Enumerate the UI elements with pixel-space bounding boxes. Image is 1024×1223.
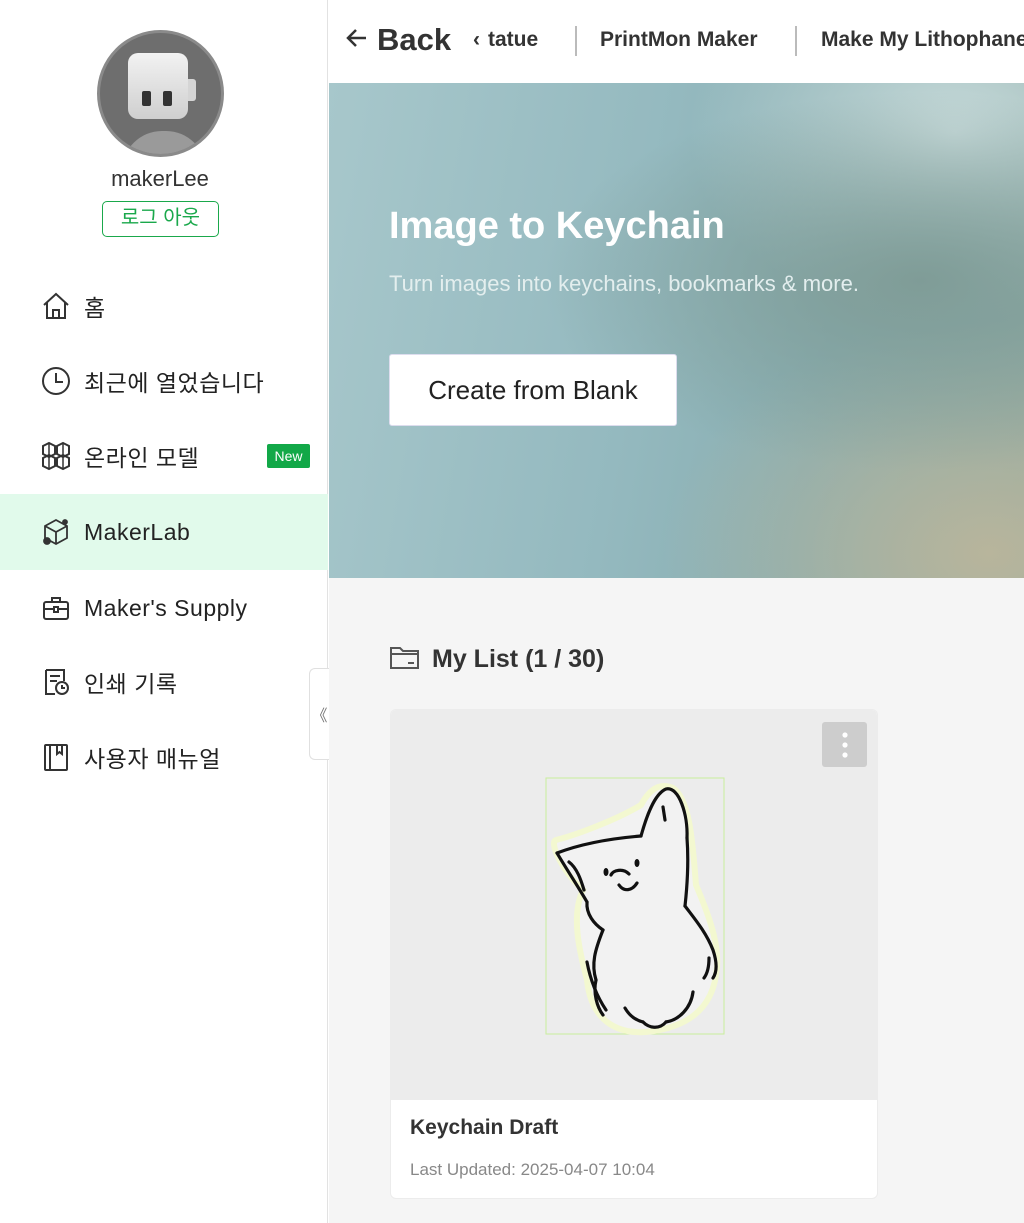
my-list-section: My List (1 / 30) Keychain Draft Last Upd… bbox=[329, 578, 1024, 1223]
avatar-eye-left bbox=[142, 91, 151, 106]
card-thumbnail bbox=[391, 710, 877, 1100]
sidebar-item-user-manual[interactable]: 사용자 매뉴얼 bbox=[0, 720, 328, 794]
cat-sketch-image bbox=[545, 777, 725, 1036]
tab-tatue[interactable]: ‹ tatue bbox=[473, 28, 538, 52]
sidebar: makerLee 로그 아웃 홈 최근에 열었습니다 온라인 모델 New Ma… bbox=[0, 0, 329, 1223]
sidebar-item-label: Maker's Supply bbox=[84, 594, 248, 621]
makerlab-icon bbox=[40, 516, 72, 548]
username: makerLee bbox=[111, 166, 209, 191]
tab-label: tatue bbox=[488, 28, 539, 51]
kebab-icon bbox=[841, 731, 848, 758]
sidebar-item-online-models[interactable]: 온라인 모델 New bbox=[0, 419, 328, 493]
tab-make-my-lithophane[interactable]: Make My Lithophane bbox=[821, 28, 1024, 52]
sidebar-item-label: 온라인 모델 bbox=[84, 445, 200, 471]
hero-subtitle: Turn images into keychains, bookmarks & … bbox=[389, 271, 859, 296]
avatar[interactable] bbox=[97, 30, 224, 157]
avatar-robot-head bbox=[128, 53, 188, 119]
sidebar-item-makerlab[interactable]: MakerLab bbox=[0, 494, 328, 570]
sidebar-item-print-history[interactable]: 인쇄 기록 bbox=[0, 645, 328, 719]
cubes-icon bbox=[40, 440, 72, 472]
home-icon bbox=[40, 290, 72, 322]
folder-icon bbox=[389, 644, 420, 675]
sidebar-item-label: 인쇄 기록 bbox=[84, 671, 178, 697]
list-item[interactable]: Keychain Draft Last Updated: 2025-04-07 … bbox=[390, 709, 878, 1199]
logout-button[interactable]: 로그 아웃 bbox=[102, 201, 219, 237]
clock-icon bbox=[40, 365, 72, 397]
sidebar-item-label: 홈 bbox=[84, 295, 106, 321]
tab-divider bbox=[795, 26, 797, 56]
my-list-heading: My List (1 / 30) bbox=[432, 645, 605, 673]
create-from-blank-button[interactable]: Create from Blank bbox=[389, 354, 677, 426]
tab-divider bbox=[575, 26, 577, 56]
sidebar-item-home[interactable]: 홈 bbox=[0, 269, 328, 343]
chevron-left-icon: ‹ bbox=[473, 28, 480, 51]
sidebar-item-recent[interactable]: 최근에 열었습니다 bbox=[0, 344, 328, 418]
card-title: Keychain Draft bbox=[410, 1116, 559, 1139]
manual-icon bbox=[40, 741, 72, 773]
arrow-left-icon bbox=[345, 26, 369, 55]
card-last-updated: Last Updated: 2025-04-07 10:04 bbox=[410, 1160, 655, 1179]
hero-banner: Image to Keychain Turn images into keych… bbox=[329, 83, 1024, 578]
print-history-icon bbox=[40, 666, 72, 698]
sidebar-item-label: MakerLab bbox=[84, 518, 191, 545]
more-options-button[interactable] bbox=[822, 722, 867, 767]
sidebar-item-label: 사용자 매뉴얼 bbox=[84, 746, 221, 772]
back-label: Back bbox=[377, 22, 452, 57]
sidebar-item-makers-supply[interactable]: Maker's Supply bbox=[0, 571, 328, 645]
avatar-body bbox=[122, 131, 206, 154]
top-bar: Back ‹ tatue PrintMon Maker Make My Litho… bbox=[329, 0, 1024, 83]
my-list-header: My List (1 / 30) bbox=[389, 644, 604, 675]
back-button[interactable]: Back bbox=[345, 22, 451, 58]
avatar-eye-right bbox=[163, 91, 172, 106]
toolbox-icon bbox=[40, 592, 72, 624]
sidebar-item-label: 최근에 열었습니다 bbox=[84, 370, 265, 396]
hero-title: Image to Keychain bbox=[389, 205, 725, 247]
sidebar-collapse-handle[interactable]: 《 bbox=[309, 668, 329, 760]
tab-printmon-maker[interactable]: PrintMon Maker bbox=[600, 28, 758, 52]
new-badge: New bbox=[267, 444, 310, 468]
